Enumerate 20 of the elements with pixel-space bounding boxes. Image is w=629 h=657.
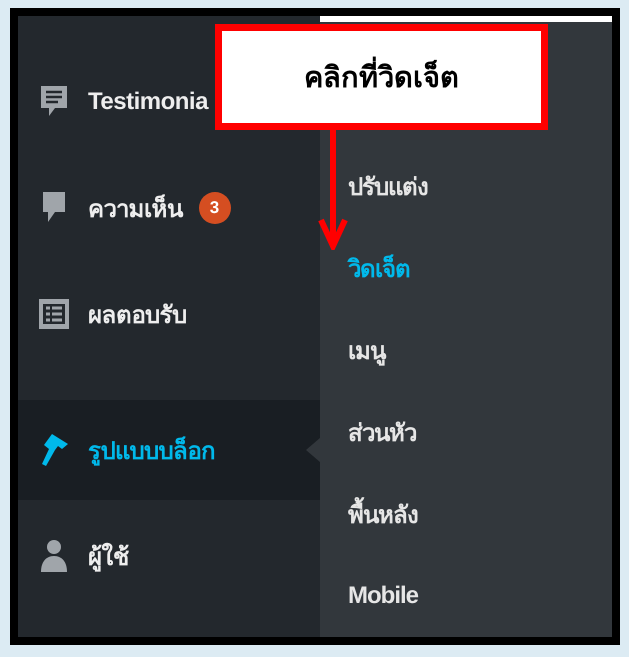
submenu-item[interactable]: พื้นหลัง	[320, 473, 428, 556]
submenu-item[interactable]: เมนู	[320, 310, 395, 392]
menu-label: รูปแบบบล็อก	[88, 435, 216, 468]
sidebar-menu-item[interactable]: Testimonia	[18, 52, 212, 152]
callout-box: คลิกที่วิดเจ็ต	[215, 24, 548, 130]
user-icon	[39, 538, 69, 574]
menu-label: ความเห็น	[88, 193, 182, 224]
form-icon	[38, 298, 70, 330]
sidebar-menu-item[interactable]: ผลตอบรับ	[18, 264, 190, 364]
submenu-item[interactable]: วิดเจ็ต	[320, 228, 420, 310]
sidebar-menu-item[interactable]: ความเห็น 3	[18, 158, 234, 258]
submenu-item[interactable]: Mobile	[320, 555, 428, 637]
menu-label: ผู้ใช้	[88, 542, 128, 574]
submenu-item[interactable]: ปรับแต่ง	[320, 146, 438, 228]
count-badge: 3	[198, 192, 230, 224]
menu-label: ผลตอบรับ	[88, 300, 186, 330]
submenu-item[interactable]: ส่วนหัว	[320, 391, 426, 474]
sidebar-menu-item[interactable]: ผู้ใช้	[18, 506, 132, 606]
menu-label: Testimonia	[88, 88, 208, 116]
sidebar-menu-item[interactable]: รูปแบบบล็อก	[18, 400, 320, 500]
